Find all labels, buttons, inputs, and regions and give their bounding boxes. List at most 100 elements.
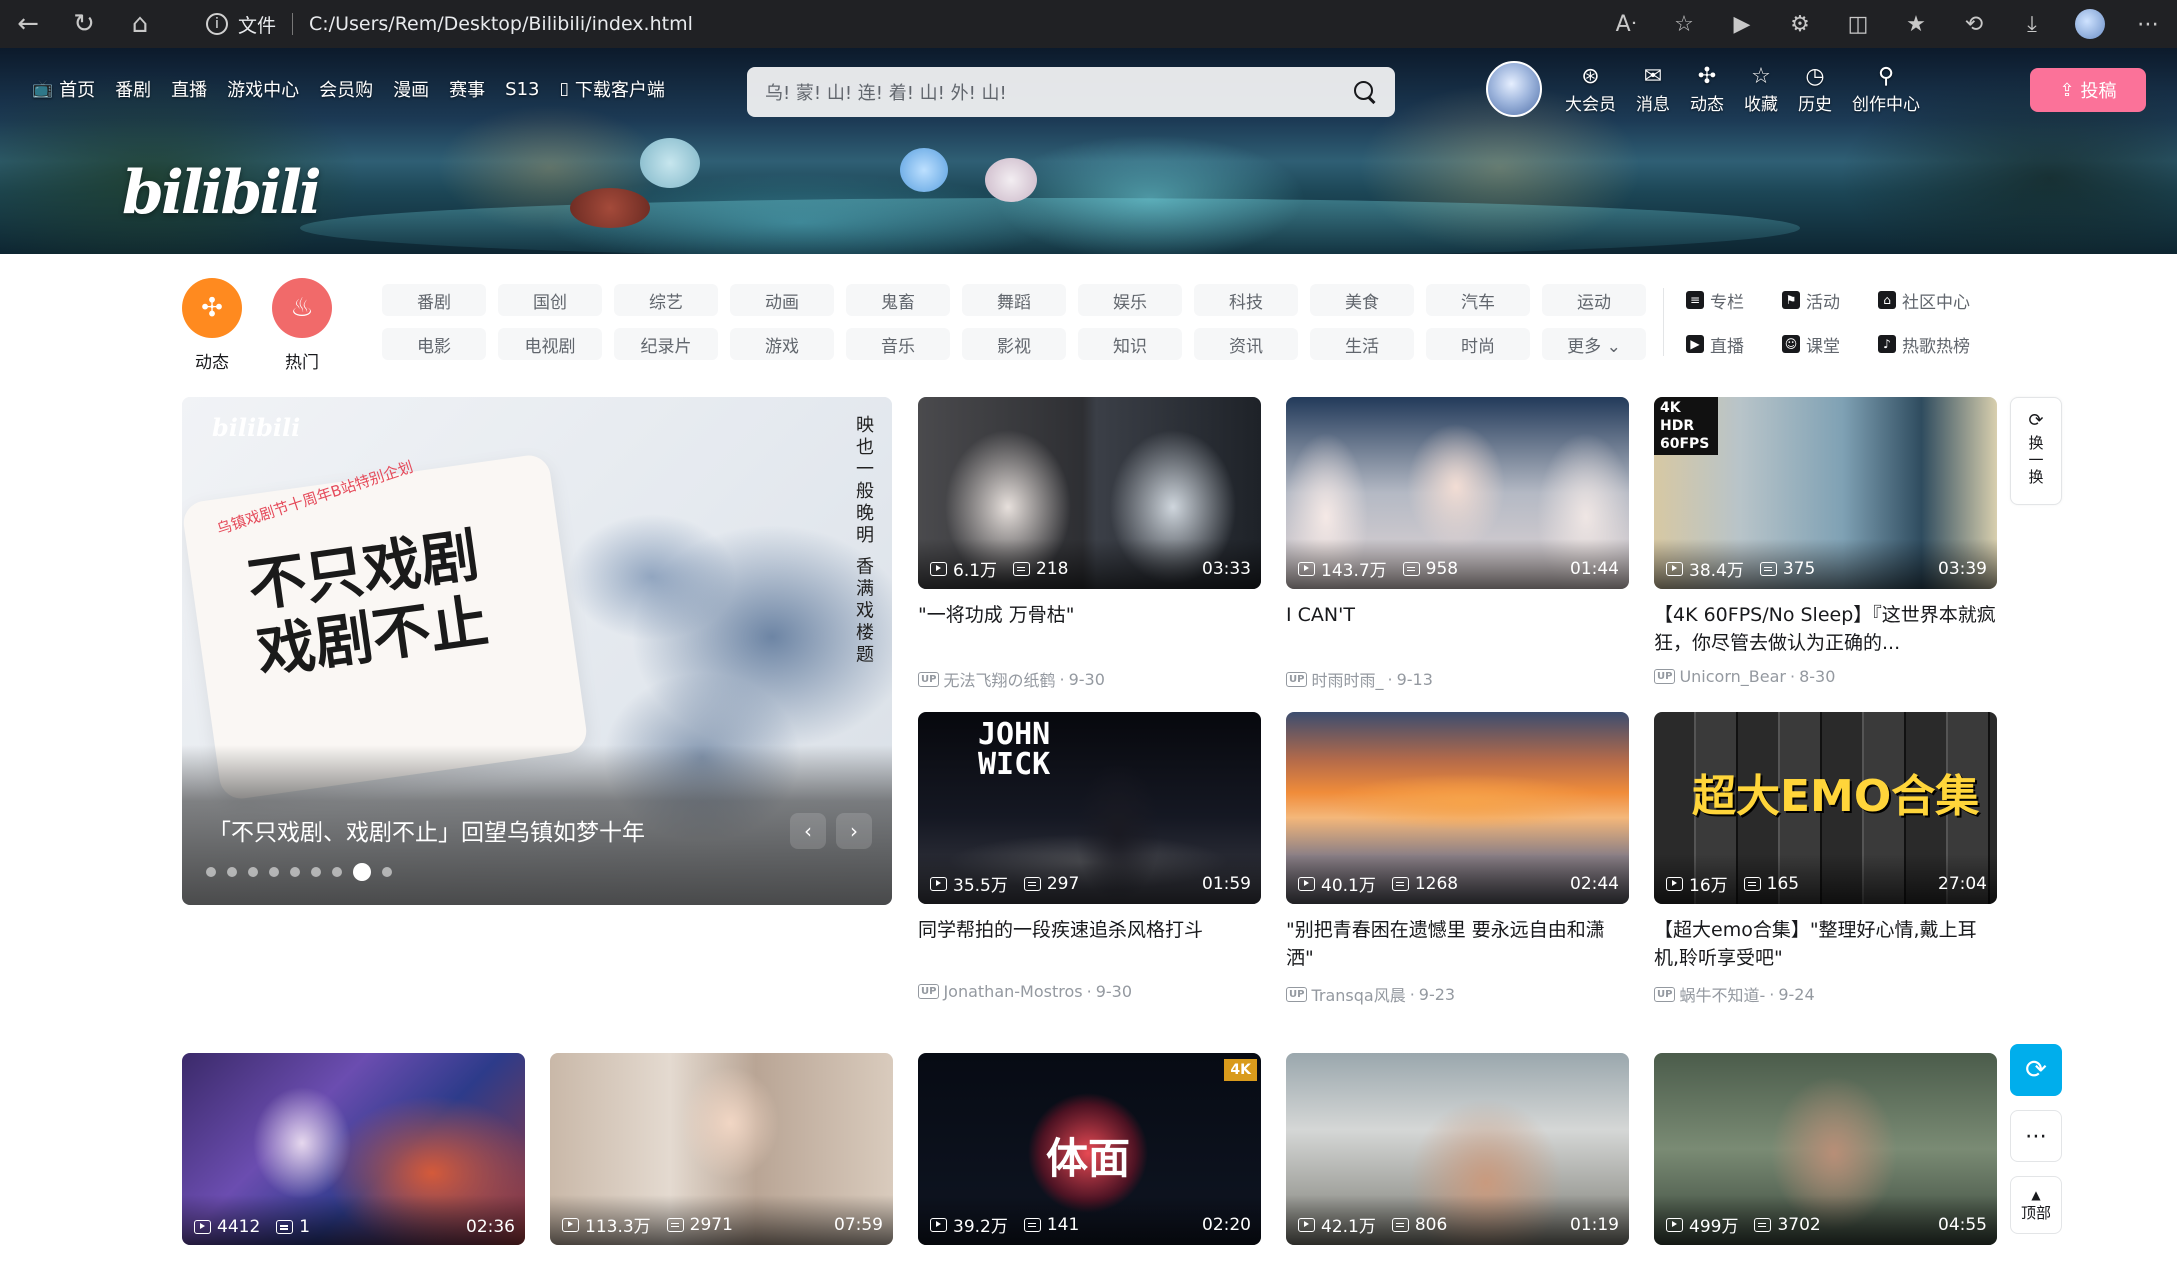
more-channels-button[interactable]: 更多 ⌄ [1542, 328, 1646, 360]
channel-chip[interactable]: 动画 [730, 284, 834, 316]
video-card[interactable]: 超大EMO合集 16万 165 27:04 【超大emo合集】"整理好心情,戴上耳机,聆… [1654, 712, 1997, 1006]
video-card[interactable]: JOHN WICK 35.5万 297 01:59 同学帮拍的一段疾速追杀风格打斗 UP J… [918, 712, 1261, 1001]
nav-live[interactable]: 直播 [171, 76, 207, 102]
channel-chip[interactable]: 游戏 [730, 328, 834, 360]
channel-chip[interactable]: 生活 [1310, 328, 1414, 360]
video-card[interactable]: 体面 4K 39.2万 141 02:20 [918, 1053, 1261, 1245]
video-owner[interactable]: UP Unicorn_Bear · 8-30 [1654, 667, 1997, 686]
play-icon[interactable]: ▶ [1713, 0, 1771, 48]
channel-chip[interactable]: 国创 [498, 284, 602, 316]
dynamic-circle-button[interactable]: ✣ [182, 278, 242, 338]
upload-button[interactable]: ⇪ 投稿 [2030, 68, 2146, 112]
video-owner[interactable]: UP 蜗牛不知道- · 9-24 [1654, 982, 1997, 1006]
channel-chip[interactable]: 娱乐 [1078, 284, 1182, 316]
channel-chip[interactable]: 汽车 [1426, 284, 1530, 316]
channel-chip[interactable]: 电影 [382, 328, 486, 360]
video-card[interactable]: 113.3万 2971 07:59 [550, 1053, 893, 1245]
nav-message[interactable]: ✉ 消息 [1636, 64, 1670, 115]
channel-chip[interactable]: 纪录片 [614, 328, 718, 360]
video-title[interactable]: 【4K 60FPS/No Sleep】『这世界本就疯狂，你尽管去做认为正确的..… [1654, 601, 1997, 657]
search-icon[interactable] [1353, 80, 1377, 104]
extra-class[interactable]: ☺ 课堂 [1782, 328, 1878, 360]
carousel-next-button[interactable]: › [836, 813, 872, 849]
video-thumbnail[interactable]: 42.1万 806 01:19 [1286, 1053, 1629, 1245]
nav-history[interactable]: ◷ 历史 [1798, 64, 1832, 115]
carousel-dot[interactable] [227, 867, 237, 877]
channel-chip[interactable]: 科技 [1194, 284, 1298, 316]
refresh-feed-button[interactable]: ⟳ [2010, 1044, 2062, 1096]
user-avatar[interactable] [1486, 61, 1542, 117]
split-screen-icon[interactable]: ◫ [1829, 0, 1887, 48]
bilibili-logo[interactable]: bilibili [122, 158, 322, 228]
extra-community[interactable]: ⌂ 社区中心 [1878, 284, 1998, 316]
channel-chip[interactable]: 鬼畜 [846, 284, 950, 316]
more-menu-icon[interactable]: ⋯ [2119, 0, 2177, 48]
nav-game-center[interactable]: 游戏中心 [227, 76, 299, 102]
search-input[interactable]: 乌! 蒙! 山! 连! 着! 山! 外! 山! [747, 67, 1395, 117]
video-owner[interactable]: UP Transqa风晨 · 9-23 [1286, 982, 1629, 1006]
video-card[interactable]: 4412 1 02:36 [182, 1053, 525, 1245]
download-icon[interactable]: ⤓ [2003, 0, 2061, 48]
channel-chip[interactable]: 影视 [962, 328, 1066, 360]
video-owner[interactable]: UP 时雨时雨_ · 9-13 [1286, 667, 1629, 691]
address-bar[interactable]: i 文件 C:/Users/Rem/Desktop/Bilibili/index… [192, 5, 1712, 43]
channel-chip[interactable]: 番剧 [382, 284, 486, 316]
extra-activity[interactable]: ⚑ 活动 [1782, 284, 1878, 316]
video-title[interactable]: "一将功成 万骨枯" [918, 601, 1261, 657]
video-card[interactable]: 143.7万 958 01:44 I CAN'T UP 时雨时雨_ · 9-13 [1286, 397, 1629, 691]
channel-chip[interactable]: 舞蹈 [962, 284, 1066, 316]
carousel-prev-button[interactable]: ‹ [790, 813, 826, 849]
nav-s13[interactable]: S13 [505, 79, 539, 100]
carousel-dot[interactable] [332, 867, 342, 877]
nav-home[interactable]: 📺 首页 [32, 76, 95, 102]
favorites-icon[interactable]: ★ [1887, 0, 1945, 48]
video-card[interactable]: 4K HDR 60FPS 38.4万 375 03:39 【4K 60FPS/No Sl… [1654, 397, 1997, 686]
channel-chip[interactable]: 美食 [1310, 284, 1414, 316]
video-card[interactable]: 40.1万 1268 02:44 "别把青春困在遗憾里 要永远自由和潇洒" UP Tran… [1286, 712, 1629, 1006]
more-options-button[interactable]: ⋯ [2010, 1110, 2062, 1162]
video-title[interactable]: 同学帮拍的一段疾速追杀风格打斗 [918, 916, 1261, 972]
carousel-dot[interactable] [311, 867, 321, 877]
nav-mall[interactable]: 会员购 [319, 76, 373, 102]
reload-icon[interactable]: ↻ [56, 0, 112, 48]
carousel-dot[interactable] [382, 867, 392, 877]
video-card[interactable]: 6.1万 218 03:33 "一将功成 万骨枯" UP 无法飞翔の纸鹤 · 9-30 [918, 397, 1261, 691]
channel-chip[interactable]: 知识 [1078, 328, 1182, 360]
video-owner[interactable]: UP 无法飞翔の纸鹤 · 9-30 [918, 667, 1261, 691]
video-thumbnail[interactable]: 4K HDR 60FPS 38.4万 375 03:39 [1654, 397, 1997, 589]
nav-manga[interactable]: 漫画 [393, 76, 429, 102]
nav-match[interactable]: 赛事 [449, 76, 485, 102]
history-icon[interactable]: ⟲ [1945, 0, 2003, 48]
carousel-dot[interactable] [206, 867, 216, 877]
channel-chip[interactable]: 音乐 [846, 328, 950, 360]
channel-chip[interactable]: 资讯 [1194, 328, 1298, 360]
profile-avatar[interactable] [2061, 0, 2119, 48]
extensions-icon[interactable]: ⚙ [1771, 0, 1829, 48]
video-thumbnail[interactable]: 40.1万 1268 02:44 [1286, 712, 1629, 904]
video-thumbnail[interactable]: 113.3万 2971 07:59 [550, 1053, 893, 1245]
video-card[interactable]: 499万 3702 04:55 [1654, 1053, 1997, 1245]
carousel-dot[interactable] [353, 863, 371, 881]
nav-bangumi[interactable]: 番剧 [115, 76, 151, 102]
banner-carousel[interactable]: bilibili 乌镇戏剧节十周年B站特别企划 不只戏剧 戏剧不止 映也一般晚明… [182, 397, 892, 905]
extra-column[interactable]: ≡ 专栏 [1686, 284, 1782, 316]
favorite-star-icon[interactable]: ☆ [1655, 0, 1713, 48]
video-thumbnail[interactable]: 143.7万 958 01:44 [1286, 397, 1629, 589]
video-owner[interactable]: UP Jonathan-Mostros · 9-30 [918, 982, 1261, 1001]
nav-dynamic[interactable]: ✣ 动态 [1690, 64, 1724, 115]
info-icon[interactable]: i [206, 13, 228, 35]
video-thumbnail[interactable]: 4412 1 02:36 [182, 1053, 525, 1245]
nav-creator-center[interactable]: ⚲ 创作中心 [1852, 64, 1920, 115]
channel-chip[interactable]: 时尚 [1426, 328, 1530, 360]
extra-music-chart[interactable]: ♪ 热歌热榜 [1878, 328, 1998, 360]
video-title[interactable]: 【超大emo合集】"整理好心情,戴上耳机,聆听享受吧" [1654, 916, 1997, 972]
hot-circle-button[interactable]: ♨ [272, 278, 332, 338]
video-thumbnail[interactable]: JOHN WICK 35.5万 297 01:59 [918, 712, 1261, 904]
back-arrow-icon[interactable]: ← [0, 0, 56, 48]
back-to-top-button[interactable]: ▲ 顶部 [2010, 1176, 2062, 1234]
carousel-dot[interactable] [290, 867, 300, 877]
channel-chip[interactable]: 电视剧 [498, 328, 602, 360]
nav-favorites[interactable]: ☆ 收藏 [1744, 64, 1778, 115]
channel-chip[interactable]: 综艺 [614, 284, 718, 316]
read-aloud-icon[interactable]: Aᐧ [1597, 0, 1655, 48]
